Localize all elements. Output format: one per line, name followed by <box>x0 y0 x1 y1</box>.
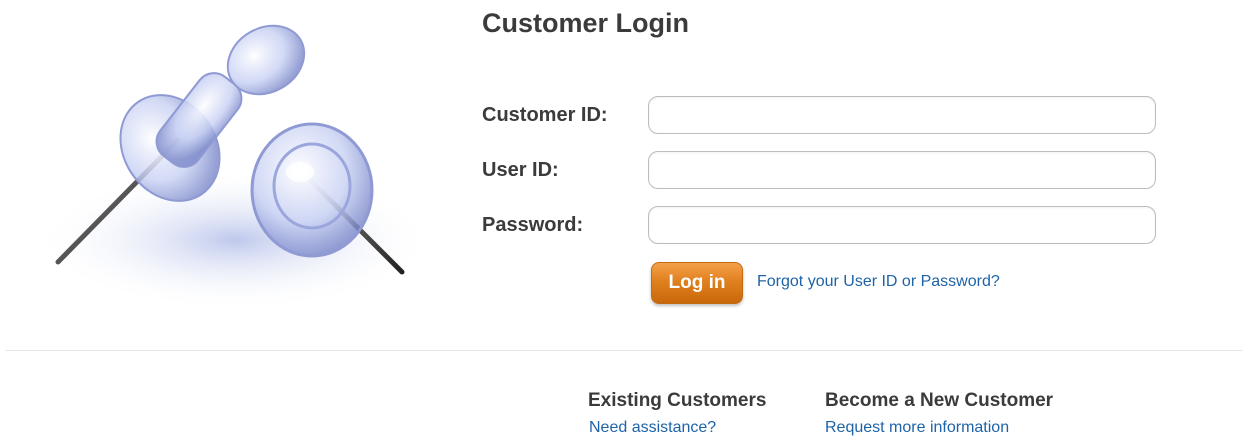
customer-id-label: Customer ID: <box>482 104 608 126</box>
login-button[interactable]: Log in <box>651 262 743 304</box>
need-assistance-link[interactable]: Need assistance? <box>589 419 716 437</box>
page-title: Customer Login <box>482 8 689 38</box>
customer-id-field[interactable] <box>648 96 1156 134</box>
request-information-link[interactable]: Request more information <box>825 419 1009 437</box>
password-label: Password: <box>482 214 584 236</box>
user-id-field[interactable] <box>648 151 1156 189</box>
new-customer-heading: Become a New Customer <box>825 390 1054 411</box>
push-pins-image <box>35 24 435 310</box>
existing-customers-heading: Existing Customers <box>588 390 767 411</box>
forgot-credentials-link[interactable]: Forgot your User ID or Password? <box>757 273 1000 291</box>
divider <box>6 350 1242 351</box>
password-field[interactable] <box>648 206 1156 244</box>
user-id-label: User ID: <box>482 159 559 181</box>
